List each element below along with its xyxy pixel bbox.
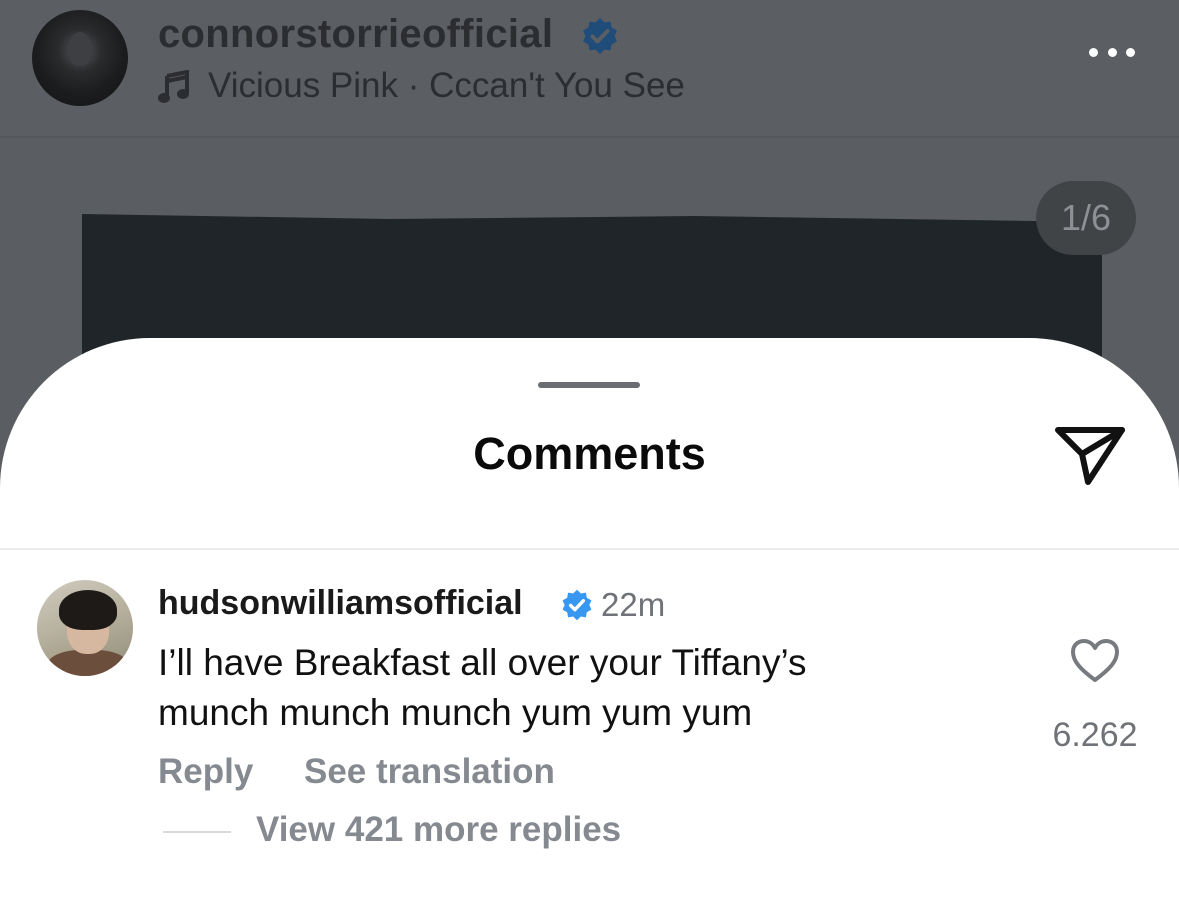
comments-sheet: Comments hudsonwilliamsofficial 22m I’ll… <box>0 338 1179 904</box>
verified-badge-icon <box>583 18 617 54</box>
reply-button[interactable]: Reply <box>158 752 253 792</box>
post-author-avatar[interactable] <box>32 10 128 106</box>
comment-timestamp: 22m <box>601 586 666 623</box>
more-dot <box>1089 47 1098 57</box>
comment-text-line: munch munch munch yum yum yum <box>158 692 753 733</box>
post-header: connorstorrieofficial Vicious Pink · Ccc… <box>0 0 1179 136</box>
replies-divider-line <box>163 831 231 833</box>
sheet-title: Comments <box>473 428 706 479</box>
heart-icon[interactable] <box>1070 638 1120 684</box>
comment-author-username[interactable]: hudsonwilliamsofficial <box>158 584 523 623</box>
comment-text-line: I’ll have Breakfast all over your Tiffan… <box>158 642 807 683</box>
carousel-counter: 1/6 <box>1036 181 1136 255</box>
like-count: 6.262 <box>1052 716 1138 754</box>
more-options-icon[interactable] <box>1089 42 1135 62</box>
comment-text: I’ll have Breakfast all over your Tiffan… <box>158 638 1018 738</box>
comment-author-avatar[interactable] <box>37 580 133 676</box>
verified-badge-icon <box>562 589 592 621</box>
avatar-hair <box>59 590 117 630</box>
sheet-grabber-handle[interactable] <box>538 382 640 388</box>
see-translation-button[interactable]: See translation <box>304 752 555 792</box>
share-send-icon[interactable] <box>1052 424 1128 488</box>
more-dot <box>1126 47 1135 57</box>
post-music-label[interactable]: Vicious Pink · Cccan't You See <box>208 66 685 106</box>
music-note-icon <box>158 70 189 103</box>
more-dot <box>1107 47 1117 57</box>
post-author-username[interactable]: connorstorrieofficial <box>158 12 553 57</box>
view-more-replies-button[interactable]: View 421 more replies <box>256 810 621 850</box>
sheet-divider <box>0 548 1179 550</box>
